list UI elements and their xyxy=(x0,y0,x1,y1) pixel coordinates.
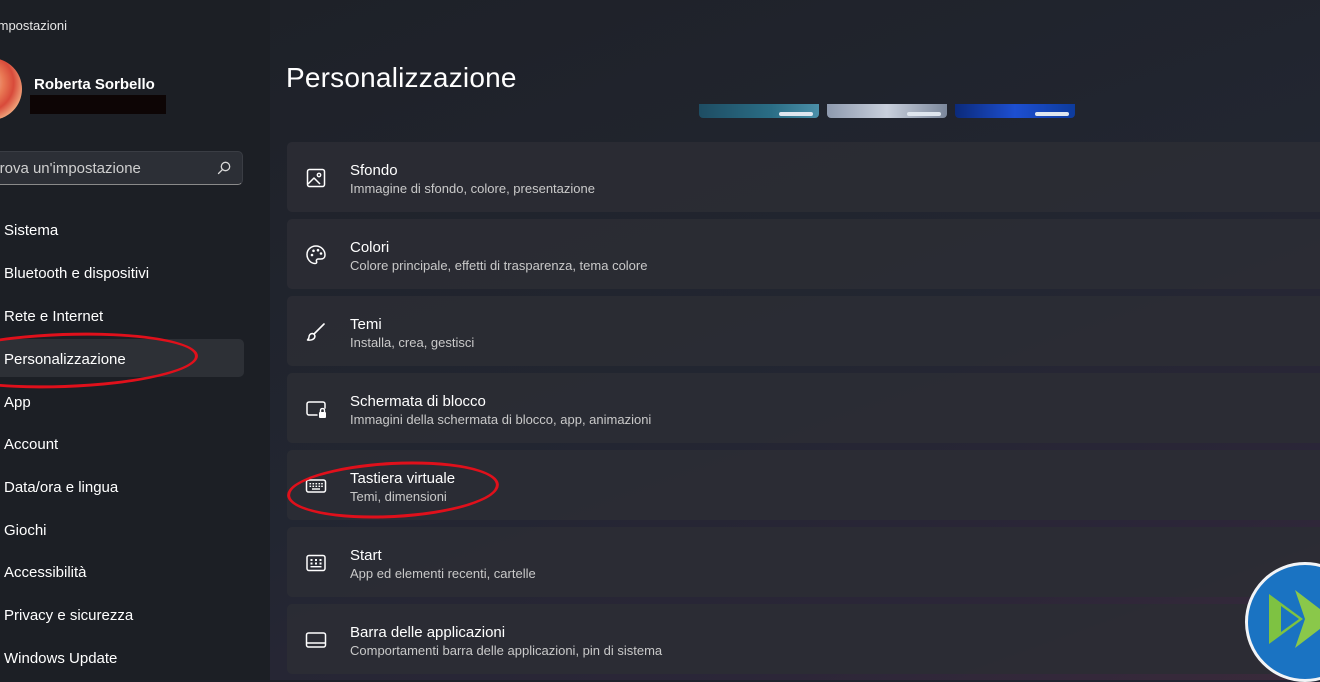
palette-icon xyxy=(306,245,326,265)
card-colori[interactable]: Colori Colore principale, effetti di tra… xyxy=(287,219,1320,289)
card-start[interactable]: Start App ed elementi recenti, cartelle xyxy=(287,527,1320,597)
sidebar-item-privacy[interactable]: Privacy e sicurezza xyxy=(0,597,244,635)
sidebar-item-label: Giochi xyxy=(4,522,47,539)
card-temi[interactable]: Temi Installa, crea, gestisci xyxy=(287,296,1320,366)
sidebar-item-giochi[interactable]: Giochi xyxy=(0,512,244,550)
sidebar-item-label: Data/ora e lingua xyxy=(4,479,119,496)
theme-thumbnail-accent xyxy=(1035,112,1069,116)
theme-thumbnail-accent xyxy=(779,112,813,116)
sidebar-item-personalizzazione[interactable]: Personalizzazione xyxy=(0,339,244,377)
user-email-redacted xyxy=(30,95,166,114)
brush-icon xyxy=(306,323,325,341)
sidebar-item-label: Accessibilità xyxy=(4,564,87,581)
sidebar-item-label: Account xyxy=(4,436,59,453)
page-title: Personalizzazione xyxy=(286,62,517,93)
card-subtitle: Immagine di sfondo, colore, presentazion… xyxy=(350,181,595,196)
search-box[interactable] xyxy=(0,151,243,185)
card-barra-delle-applicazioni[interactable]: Barra delle applicazioni Comportamenti b… xyxy=(287,604,1320,674)
card-subtitle: Immagini della schermata di blocco, app,… xyxy=(350,412,652,427)
app-title: Impostazioni xyxy=(0,18,67,33)
card-title: Tastiera virtuale xyxy=(350,470,456,487)
play-logo-icon xyxy=(1269,590,1320,648)
card-subtitle: Temi, dimensioni xyxy=(350,489,447,504)
card-title: Sfondo xyxy=(350,162,398,179)
start-icon xyxy=(306,554,326,572)
keyboard-icon xyxy=(305,479,327,493)
sidebar-item-label: App xyxy=(4,394,31,411)
lock-screen-icon xyxy=(306,401,326,418)
search-icon[interactable] xyxy=(216,160,232,176)
sidebar-item-label: Rete e Internet xyxy=(4,308,104,325)
card-tastiera-virtuale[interactable]: Tastiera virtuale Temi, dimensioni xyxy=(287,450,1320,520)
user-name: Roberta Sorbello xyxy=(34,76,155,93)
sidebar-item-label: Privacy e sicurezza xyxy=(4,607,134,624)
sidebar-item-accessibilita[interactable]: Accessibilità xyxy=(0,554,244,592)
sidebar-item-label: Windows Update xyxy=(4,650,118,667)
card-title: Schermata di blocco xyxy=(350,393,486,410)
card-title: Colori xyxy=(350,239,390,256)
card-subtitle: Comportamenti barra delle applicazioni, … xyxy=(350,643,663,658)
sidebar-item-sistema[interactable]: Sistema xyxy=(0,212,244,250)
sidebar-item-rete[interactable]: Rete e Internet xyxy=(0,298,244,336)
search-input[interactable] xyxy=(0,152,206,184)
sidebar-item-data-ora-lingua[interactable]: Data/ora e lingua xyxy=(0,469,244,507)
theme-thumbnail-accent xyxy=(907,112,941,116)
theme-thumbnail[interactable] xyxy=(699,104,819,118)
watermark-logo xyxy=(1245,562,1320,682)
theme-thumbnail[interactable] xyxy=(827,104,947,118)
taskbar-icon xyxy=(305,632,327,648)
sidebar-item-windows-update[interactable]: Windows Update xyxy=(0,640,244,678)
sidebar-item-label: Sistema xyxy=(4,222,59,239)
card-title: Barra delle applicazioni xyxy=(350,624,506,641)
card-subtitle: App ed elementi recenti, cartelle xyxy=(350,566,536,581)
card-sfondo[interactable]: Sfondo Immagine di sfondo, colore, prese… xyxy=(287,142,1320,212)
image-icon xyxy=(306,168,326,188)
theme-thumbnail[interactable] xyxy=(955,104,1075,118)
card-subtitle: Installa, crea, gestisci xyxy=(350,335,475,350)
card-title: Start xyxy=(350,547,382,564)
card-schermata-di-blocco[interactable]: Schermata di blocco Immagini della scher… xyxy=(287,373,1320,443)
sidebar-item-app[interactable]: App xyxy=(0,384,244,422)
sidebar-item-label: Bluetooth e dispositivi xyxy=(4,265,150,282)
sidebar-item-label: Personalizzazione xyxy=(4,351,126,368)
sidebar-item-bluetooth[interactable]: Bluetooth e dispositivi xyxy=(0,255,244,293)
card-subtitle: Colore principale, effetti di trasparenz… xyxy=(350,258,648,273)
card-title: Temi xyxy=(350,316,382,333)
sidebar-item-account[interactable]: Account xyxy=(0,426,244,464)
